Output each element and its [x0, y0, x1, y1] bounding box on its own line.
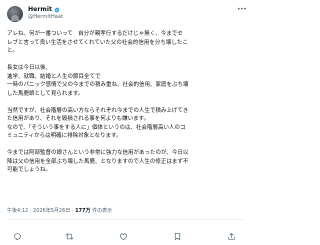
author-display-name[interactable]: Hermit — [28, 6, 52, 13]
post-text: アレね、何が一番ついって 自分が親孝行するだけじゃ無く、今までセ レブと言って良… — [7, 30, 245, 183]
repost-button[interactable] — [65, 226, 75, 240]
post-line: なので、「そういう事をする人に」個体というのは、社会階層高い人のコ — [7, 124, 186, 131]
share-button[interactable] — [227, 226, 237, 240]
share-icon — [228, 232, 235, 240]
post-paragraph: 当然ですが、社会階層の高い方ならそれぞれ今までの人生で積み上げてき た信用があり… — [7, 107, 245, 141]
post-line: レブと言って良い生活をさせてくれていた父の社会的信用を分ち壊したこ — [7, 39, 188, 46]
meta-separator: · — [29, 208, 32, 214]
post-line: と。 — [7, 48, 19, 54]
divider — [7, 219, 245, 220]
author-handle[interactable]: @HermitHaat — [28, 14, 63, 20]
post-line: ミュニティからは明確に排除対象となります。 — [7, 133, 122, 139]
post-line: 一時のパニック感情で父の今までの積み重ね、社会的信用、家庭をぶち壊 — [7, 82, 189, 88]
like-icon — [120, 233, 127, 241]
meta-separator: · — [71, 208, 74, 214]
reply-icon — [14, 233, 21, 241]
repost-icon — [65, 233, 74, 240]
post-paragraph: 長女は今日以後、 進学、就職、結婚と人生の節目全てで 一時のパニック感情で父の今… — [7, 64, 245, 98]
post-line: アレね、何が一番ついって 自分が親孝行するだけじゃ無く、今までセ — [7, 31, 183, 37]
post-time[interactable]: 午後4:12 — [7, 208, 28, 214]
post-line: した馬鹿娘として見られます。 — [7, 90, 84, 97]
post-paragraph: 今までは阿部監督の娘さんという非常に強力な信用があったのが、今日以 降は父の信用… — [7, 149, 245, 175]
bookmark-button[interactable] — [173, 226, 183, 241]
post-paragraph: アレね、何が一番ついって 自分が親孝行するだけじゃ無く、今までセ レブと言って良… — [7, 30, 245, 56]
post-header: Hermit @HermitHaat ••• — [7, 6, 247, 26]
post-line: 進学、就職、結婚と人生の節目全てで — [7, 73, 101, 80]
post-date[interactable]: 2026年5月26日 — [33, 208, 70, 214]
views-label: 件の表示 — [92, 208, 113, 214]
avatar[interactable] — [7, 6, 23, 22]
author-names: Hermit @HermitHaat — [28, 6, 198, 26]
bookmark-icon — [174, 232, 181, 241]
post-line: 可能でしょうね。 — [7, 167, 52, 173]
post-meta: 午後4:12 · 2026年5月26日 · 177万 件の表示 — [7, 208, 245, 214]
reply-button[interactable] — [13, 226, 23, 241]
post-line: 今までは阿部監督の娘さんという非常に強力な信用があったのが、今日以 — [7, 150, 189, 156]
post: Hermit @HermitHaat ••• アレね、何が一番ついって 自分が親… — [0, 0, 251, 245]
post-line: 長女は今日以後、 — [7, 65, 52, 71]
post-line: 降は父の信用を全部ぶち壊した馬鹿、となりますので人生の修正はまず不 — [7, 158, 189, 165]
views-count[interactable]: 177万 — [75, 208, 90, 214]
more-options-icon[interactable]: ••• — [237, 7, 247, 13]
action-bar — [7, 226, 245, 241]
post-line: 当然ですが、社会階層の高い方ならそれぞれ今までの人生で積み上げてき — [7, 107, 189, 114]
like-button[interactable] — [119, 226, 129, 241]
author-display-name-row[interactable]: Hermit — [28, 6, 60, 13]
verified-badge-icon — [54, 6, 60, 13]
post-line: た信用があり、それを毀損される事を何よりも嫌います。 — [7, 116, 150, 122]
